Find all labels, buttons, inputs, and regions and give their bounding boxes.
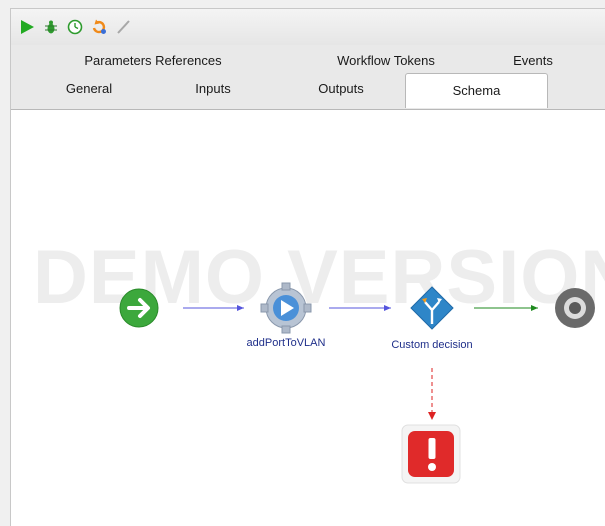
tab-workflow-tokens[interactable]: Workflow Tokens xyxy=(321,47,451,75)
tab-events[interactable]: Events xyxy=(498,47,568,75)
error-icon xyxy=(401,424,461,484)
run-icon xyxy=(21,20,34,34)
edge-error-arrowhead xyxy=(428,412,436,420)
refresh-button[interactable] xyxy=(90,18,108,36)
end-icon xyxy=(555,288,595,328)
error-node[interactable] xyxy=(401,424,461,484)
decision-node-label[interactable]: Custom decision xyxy=(386,339,478,351)
task-node[interactable] xyxy=(260,282,312,334)
tab-parameters-references[interactable]: Parameters References xyxy=(73,47,233,75)
schema-edges xyxy=(119,282,595,484)
workflow-task-icon xyxy=(260,282,312,334)
debug-button[interactable] xyxy=(42,18,60,36)
custom-decision-icon xyxy=(410,286,454,330)
tab-general[interactable]: General xyxy=(51,75,127,103)
refresh-icon xyxy=(92,19,106,34)
workflow-editor-panel: Parameters References Workflow Tokens Ev… xyxy=(10,8,605,526)
schema-canvas[interactable]: DEMO VERSION addPortToVLAN Custom decisi… xyxy=(11,110,605,526)
debug-icon xyxy=(45,20,57,34)
tab-outputs[interactable]: Outputs xyxy=(303,75,379,103)
task-node-label[interactable]: addPortToVLAN xyxy=(244,337,328,349)
decision-node[interactable] xyxy=(410,286,454,330)
edit-button[interactable] xyxy=(114,18,132,36)
tab-inputs[interactable]: Inputs xyxy=(177,75,249,103)
tab-strip: Parameters References Workflow Tokens Ev… xyxy=(11,45,605,110)
tab-schema[interactable]: Schema xyxy=(405,73,548,108)
toolbar xyxy=(11,9,605,45)
end-node[interactable] xyxy=(555,288,595,328)
edit-icon xyxy=(117,20,130,34)
run-button[interactable] xyxy=(18,18,36,36)
start-node[interactable] xyxy=(119,288,159,328)
schedule-icon xyxy=(67,19,83,35)
schedule-button[interactable] xyxy=(66,18,84,36)
